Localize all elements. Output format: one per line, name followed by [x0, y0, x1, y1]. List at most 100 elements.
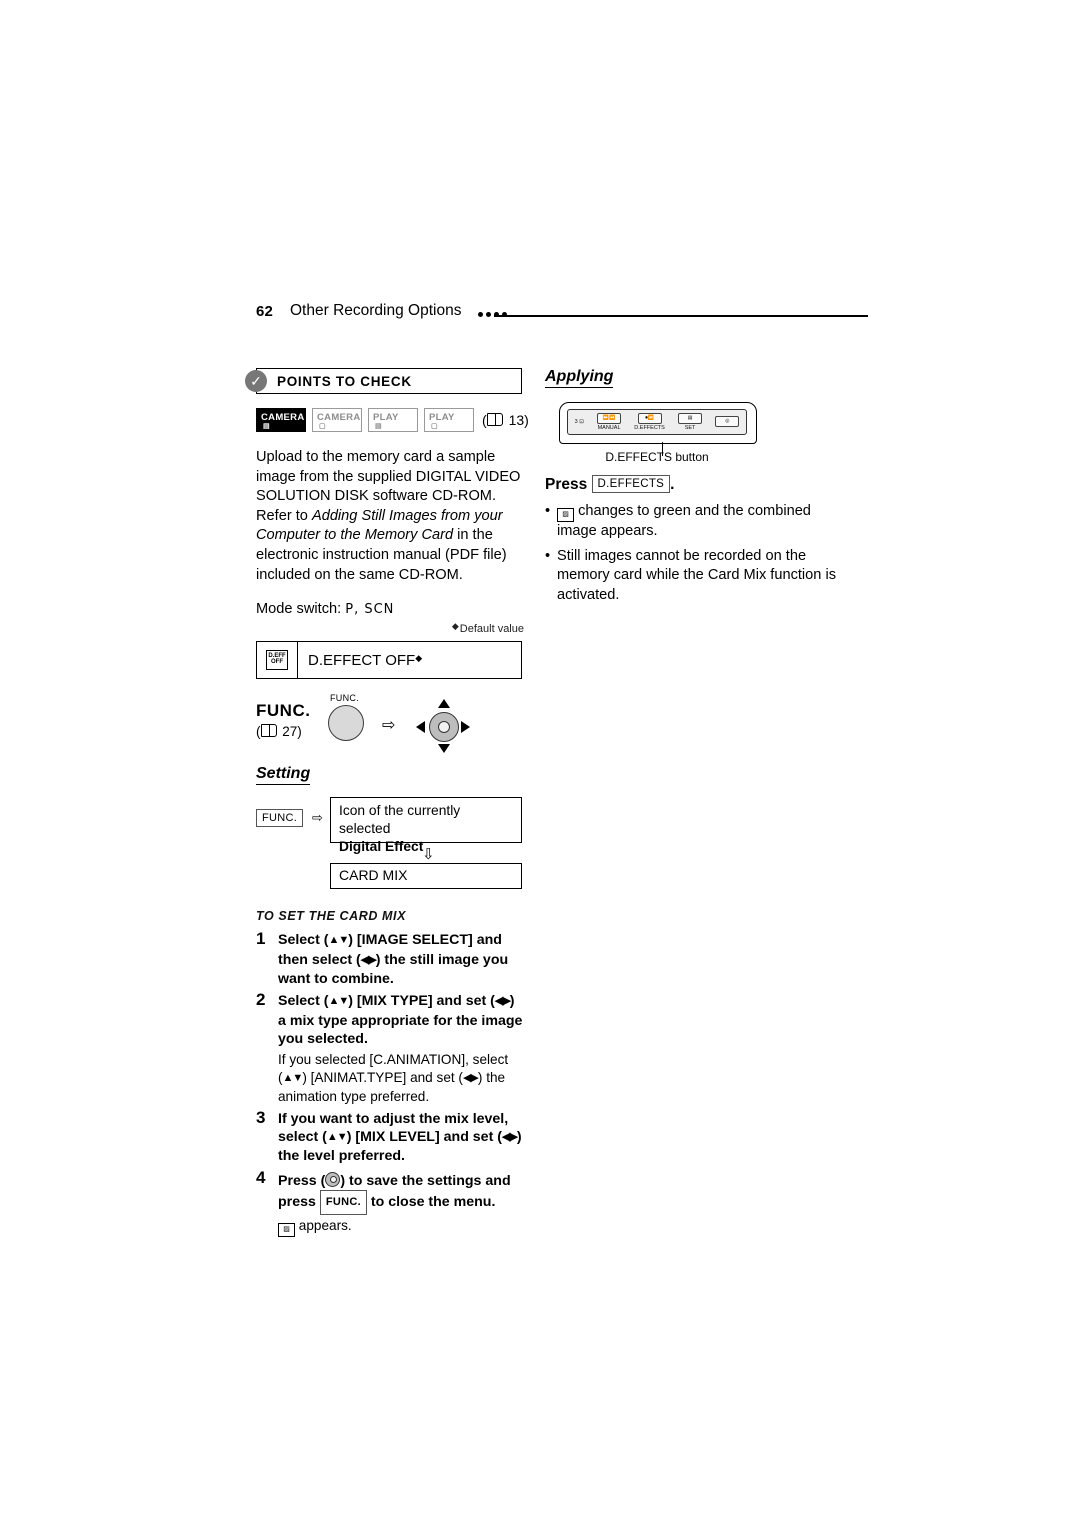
- camera-key-label: MANUAL: [597, 425, 621, 431]
- camera-key: ⏩⏪ MANUAL: [597, 413, 622, 431]
- camera-key: ◎: [715, 416, 740, 428]
- func-heading: FUNC.: [256, 701, 311, 721]
- func-chip: FUNC.: [256, 809, 304, 828]
- up-down-arrows-icon: ▲▼: [326, 1131, 348, 1143]
- default-value-note: ◆Default value: [256, 621, 524, 636]
- camera-key-label: D.EFFECTS: [634, 425, 665, 431]
- step-subtext: If you selected [C.ANIMATION], select (▲…: [278, 1051, 524, 1106]
- up-down-arrows-icon: ▲▼: [282, 1071, 304, 1084]
- d-effect-off-icon: D.EFF OFF: [257, 642, 298, 679]
- step-text-part: to close the menu.: [366, 1194, 496, 1211]
- mode-badge-play-card: PLAY ▢: [424, 408, 474, 432]
- step-text: If you want to adjust the mix level, sel…: [278, 1110, 524, 1166]
- procedure-heading: TO SET THE CARD MIX: [256, 909, 407, 924]
- step-text: Select (▲▼) [IMAGE SELECT] and then sele…: [278, 931, 524, 988]
- flow-box-line-2: Digital Effect: [339, 839, 424, 855]
- bullet-item: ▨ changes to green and the combined imag…: [545, 502, 845, 541]
- points-to-check-label: POINTS TO CHECK: [277, 374, 412, 389]
- step-text-part: ) [MIX TYPE] and set (: [348, 993, 495, 1010]
- diamond-icon: ◆: [451, 621, 459, 632]
- procedure-step: 4 Press () to save the settings and pres…: [256, 1167, 524, 1237]
- func-page-reference: ( 27): [256, 724, 302, 740]
- points-body-text: Upload to the memory card a sample image…: [256, 448, 524, 585]
- camera-key-box: ▤: [678, 413, 703, 424]
- procedure-steps: 1 Select (▲▼) [IMAGE SELECT] and then se…: [256, 929, 524, 1237]
- book-icon: [486, 413, 503, 426]
- step-number: 4: [256, 1167, 266, 1187]
- diagram-caption: D.EFFECTS button: [605, 450, 709, 464]
- step-subtext-part: appears.: [298, 1217, 352, 1233]
- up-down-arrows-icon: ▲▼: [328, 995, 349, 1008]
- func-diagram: FUNC. ( 27) FUNC. ⇨: [256, 693, 524, 757]
- mode-badge-camera-card: CAMERA ▢: [312, 408, 362, 432]
- d-effects-chip: D.EFFECTS: [591, 475, 671, 493]
- setting-flow: FUNC. ⇨ Icon of the currently selected D…: [256, 797, 524, 890]
- chapter-title: Other Recording Options: [290, 302, 462, 319]
- func-page-number: 27: [282, 724, 298, 740]
- camera-button-panel: 3 ⊡ ⏩⏪ MANUAL ⏺⏪ D.EFFECTS ▤ SET ◎: [567, 409, 747, 435]
- mode-switch-label: Mode switch:: [256, 601, 342, 618]
- page-number: 62: [256, 303, 274, 320]
- func-button-icon: [328, 705, 364, 742]
- mode-badge-camera-tape: CAMERA ▤: [256, 408, 306, 432]
- flow-box-line-1: Icon of the currently selected: [339, 803, 461, 837]
- func-button-caption: FUNC.: [330, 693, 359, 704]
- camera-key-box: ◎: [715, 416, 740, 427]
- step-text-part: Select (: [278, 993, 329, 1010]
- page-reference-number: 13: [508, 412, 525, 428]
- icon-bottom-text: OFF: [271, 659, 283, 666]
- camera-key: ▤ SET: [678, 413, 703, 431]
- menu-option-box: D.EFF OFF D.EFFECT OFF◆: [256, 641, 522, 680]
- mode-switch-line: Mode switch: P, SCN: [256, 601, 524, 617]
- camera-key-d-effects: ⏺⏪ D.EFFECTS: [634, 413, 665, 431]
- up-down-arrows-icon: ▲▼: [328, 934, 349, 947]
- setting-flow-box-1: Icon of the currently selected Digital E…: [330, 797, 522, 854]
- setting-flow-box-2: CARD MIX: [330, 863, 522, 890]
- arrow-right-icon: ⇨: [382, 717, 396, 735]
- step-text: Press () to save the settings and press …: [278, 1170, 524, 1215]
- step-subtext: ▨ appears.: [278, 1217, 524, 1237]
- card-mix-icon: ▨: [557, 508, 574, 523]
- camera-key-box: ⏩⏪: [597, 413, 622, 424]
- bullet-item: Still images cannot be recorded on the m…: [545, 547, 845, 605]
- page-reference: ( 13): [482, 412, 529, 428]
- step-text-part: ) [MIX LEVEL] and set (: [346, 1129, 502, 1145]
- joystick-icon: [416, 699, 470, 754]
- camera-key: 3 ⊡: [575, 419, 584, 425]
- camera-button-diagram: 3 ⊡ ⏩⏪ MANUAL ⏺⏪ D.EFFECTS ▤ SET ◎: [559, 402, 757, 456]
- mode-badge-row: CAMERA ▤ CAMERA ▢ PLAY ▤ PLAY ▢ ( 13): [256, 408, 529, 434]
- joystick-icon: [325, 1171, 341, 1187]
- card-icon: ▢: [431, 423, 438, 430]
- step-number: 2: [256, 990, 266, 1010]
- arrow-down-icon: ⇩: [422, 846, 435, 864]
- procedure-step: 2 Select (▲▼) [MIX TYPE] and set (◀▶) a …: [256, 990, 524, 1106]
- camera-key-box: ⏺⏪: [637, 413, 662, 424]
- left-right-arrows-icon: ◀▶: [494, 995, 511, 1008]
- diamond-icon: ◆: [415, 652, 423, 663]
- default-value-text: Default value: [459, 623, 524, 636]
- press-period: .: [670, 476, 675, 494]
- func-chip: FUNC.: [319, 1190, 367, 1215]
- left-column: ✓ POINTS TO CHECK CAMERA ▤ CAMERA ▢ PLAY…: [245, 368, 529, 1240]
- step-text-part: Select (: [278, 932, 329, 949]
- card-mix-icon: ▨: [278, 1222, 295, 1237]
- arrow-right-icon: ⇨: [312, 810, 323, 826]
- bullet-list: ▨ changes to green and the combined imag…: [545, 502, 845, 605]
- bullet-text: Still images cannot be recorded on the m…: [557, 547, 836, 603]
- mode-switch-value: P, SCN: [345, 602, 395, 618]
- menu-option-label: D.EFFECT OFF◆: [298, 652, 422, 669]
- setting-heading: Setting: [256, 765, 311, 786]
- left-right-arrows-icon: ◀▶: [462, 1071, 479, 1084]
- right-column: Applying 3 ⊡ ⏩⏪ MANUAL ⏺⏪ D.EFFECTS ▤ SET ◎…: [545, 368, 845, 611]
- press-instruction: Press D.EFFECTS.: [545, 475, 845, 494]
- callout-line: [662, 442, 664, 456]
- page-header: 62 Other Recording Options: [256, 300, 868, 330]
- points-to-check-box: ✓ POINTS TO CHECK: [245, 368, 522, 394]
- camera-key-top-label: 3 ⊡: [574, 419, 584, 425]
- camera-key-label: SET: [684, 425, 696, 431]
- bullet-text: changes to green and the combined image …: [557, 503, 811, 539]
- header-rule: [494, 315, 868, 317]
- step-subtext-part: ) [ANIMAT.TYPE] and set (: [302, 1069, 463, 1085]
- step-number: 3: [256, 1107, 266, 1127]
- tape-icon: ▤: [263, 423, 270, 430]
